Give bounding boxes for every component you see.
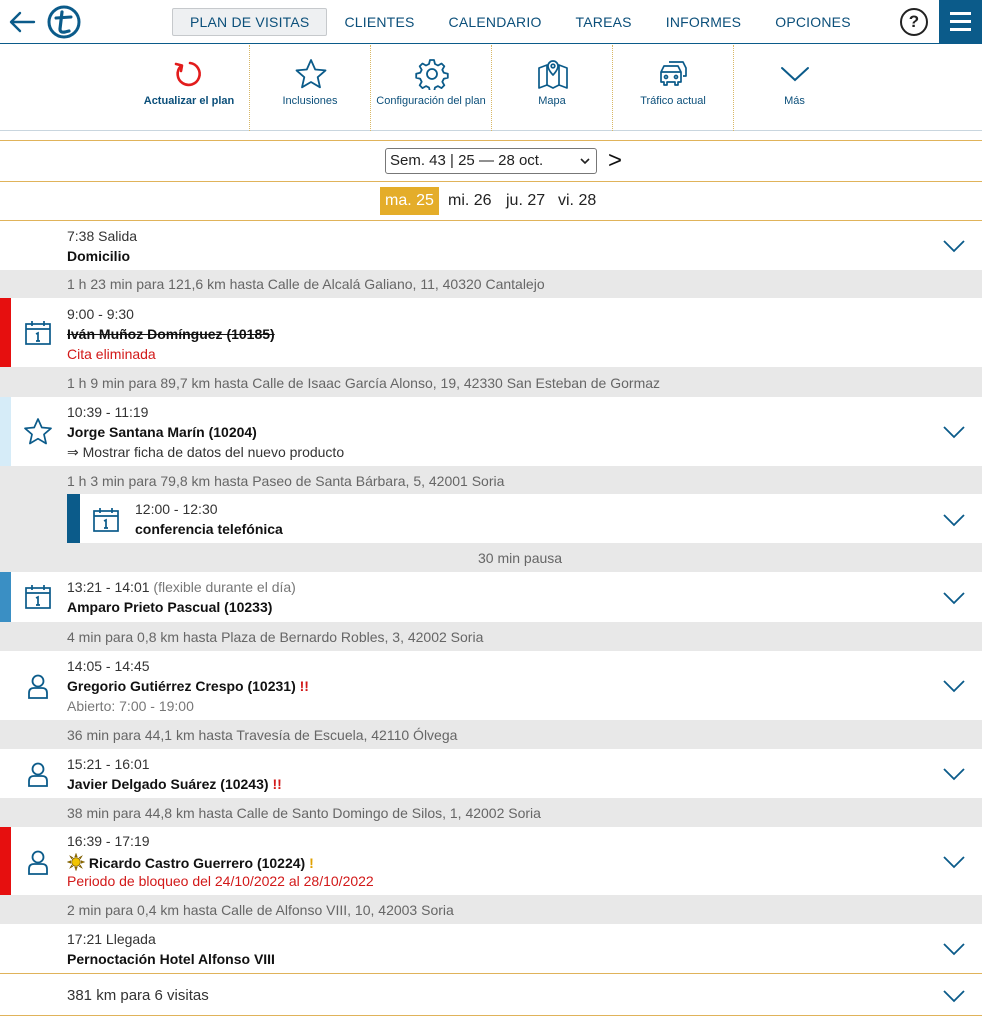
status-bar xyxy=(0,397,11,466)
week-select[interactable]: Sem. 43 | 25 — 28 oct. xyxy=(385,148,597,174)
week-selector-bar: Sem. 43 | 25 — 28 oct. > xyxy=(0,141,982,181)
chevron-down-icon[interactable] xyxy=(942,942,966,956)
chevron-down-icon[interactable] xyxy=(942,855,966,869)
chevron-down-icon[interactable] xyxy=(942,239,966,253)
priority-mark: ! xyxy=(309,855,314,871)
help-icon[interactable]: ? xyxy=(900,8,928,36)
map-icon xyxy=(538,60,568,89)
chevron-down-icon[interactable] xyxy=(942,513,966,527)
menu-clientes[interactable]: CLIENTES xyxy=(327,8,431,36)
person-icon xyxy=(28,674,48,699)
back-arrow-icon[interactable] xyxy=(8,9,36,35)
live-traffic-button[interactable]: Tráfico actual xyxy=(613,45,734,131)
menu-informes[interactable]: INFORMES xyxy=(649,8,759,36)
main-menu: PLAN DE VISITAS CLIENTES CALENDARIO TARE… xyxy=(172,8,868,36)
tab-day-vi-28[interactable]: vi. 28 xyxy=(553,187,601,215)
arrival-row[interactable]: 17:21 Llegada Pernoctación Hotel Alfonso… xyxy=(0,924,982,973)
chevron-down-icon[interactable] xyxy=(942,591,966,605)
travel-segment: 36 min para 44,1 km hasta Travesía de Es… xyxy=(0,720,982,749)
priority-mark: !! xyxy=(299,678,309,694)
week-select-value: Sem. 43 | 25 — 28 oct. xyxy=(390,152,544,169)
status-bar xyxy=(0,572,11,622)
more-button[interactable]: Más xyxy=(734,45,855,131)
traffic-cars-icon xyxy=(660,61,687,86)
travel-segment: 1 h 3 min para 79,8 km hasta Paseo de Sa… xyxy=(0,466,982,572)
chevron-down-icon[interactable] xyxy=(942,679,966,693)
sun-icon xyxy=(67,853,85,871)
star-icon xyxy=(295,59,327,89)
menu-tareas[interactable]: TAREAS xyxy=(559,8,649,36)
inclusions-button[interactable]: Inclusiones xyxy=(250,45,371,131)
plan-settings-button[interactable]: Configuración del plan xyxy=(371,45,492,131)
travel-segment: 1 h 9 min para 89,7 km hasta Calle de Is… xyxy=(0,367,982,397)
caret-down-icon xyxy=(580,158,590,165)
phone-call-row[interactable]: 12:00 - 12:30 conferencia telefónica xyxy=(67,494,982,543)
departure-row[interactable]: 7:38 Salida Domicilio xyxy=(0,221,982,270)
visit-row[interactable]: 16:39 - 17:19 Ricardo Castro Guerrero (1… xyxy=(0,827,982,895)
day-tabs: ma. 25 mi. 26 ju. 27 vi. 28 xyxy=(0,182,982,220)
summary-row[interactable]: 381 km para 6 visitas xyxy=(0,974,982,1015)
travel-segment: 2 min para 0,4 km hasta Calle de Alfonso… xyxy=(0,895,982,924)
app-logo-icon[interactable] xyxy=(47,5,81,39)
top-navigation: PLAN DE VISITAS CLIENTES CALENDARIO TARE… xyxy=(0,0,982,44)
calendar-icon xyxy=(93,508,119,532)
calendar-icon xyxy=(25,321,51,345)
refresh-icon xyxy=(174,61,201,87)
chevron-down-icon[interactable] xyxy=(942,767,966,781)
travel-segment: 1 h 23 min para 121,6 km hasta Calle de … xyxy=(0,270,982,298)
status-bar xyxy=(0,298,11,367)
star-icon xyxy=(24,418,52,445)
calendar-icon xyxy=(25,585,51,609)
tab-day-ma-25[interactable]: ma. 25 xyxy=(380,187,439,215)
person-icon xyxy=(28,850,48,875)
status-bar xyxy=(67,494,80,543)
menu-plan-de-visitas[interactable]: PLAN DE VISITAS xyxy=(172,8,328,36)
priority-mark: !! xyxy=(272,776,282,792)
next-week-button[interactable]: > xyxy=(608,148,622,174)
chevron-down-icon[interactable] xyxy=(942,425,966,439)
travel-segment: 38 min para 44,8 km hasta Calle de Santo… xyxy=(0,798,982,827)
chevron-down-icon xyxy=(781,67,809,82)
person-icon xyxy=(28,762,48,787)
visit-row[interactable]: 10:39 - 11:19 Jorge Santana Marín (10204… xyxy=(0,397,982,466)
visit-row[interactable]: 14:05 - 14:45 Gregorio Gutiérrez Crespo … xyxy=(0,651,982,720)
update-plan-button[interactable]: Actualizar el plan xyxy=(129,45,250,131)
visit-row[interactable]: 9:00 - 9:30 Iván Muñoz Domínguez (10185)… xyxy=(0,298,982,367)
hamburger-menu-icon[interactable] xyxy=(939,0,982,44)
tab-day-ju-27[interactable]: ju. 27 xyxy=(501,187,550,215)
menu-calendario[interactable]: CALENDARIO xyxy=(432,8,559,36)
menu-opciones[interactable]: OPCIONES xyxy=(758,8,868,36)
map-button[interactable]: Mapa xyxy=(492,45,613,131)
chevron-down-icon[interactable] xyxy=(942,989,966,1003)
tab-day-mi-26[interactable]: mi. 26 xyxy=(443,187,497,215)
gear-icon xyxy=(415,59,449,90)
visit-row[interactable]: 13:21 - 14:01 (flexible durante el día) … xyxy=(0,572,982,622)
toolbar: Actualizar el plan Inclusiones Configura… xyxy=(0,45,982,131)
status-bar xyxy=(0,827,11,895)
travel-segment: 4 min para 0,8 km hasta Plaza de Bernard… xyxy=(0,622,982,651)
visit-row[interactable]: 15:21 - 16:01 Javier Delgado Suárez (102… xyxy=(0,749,982,798)
